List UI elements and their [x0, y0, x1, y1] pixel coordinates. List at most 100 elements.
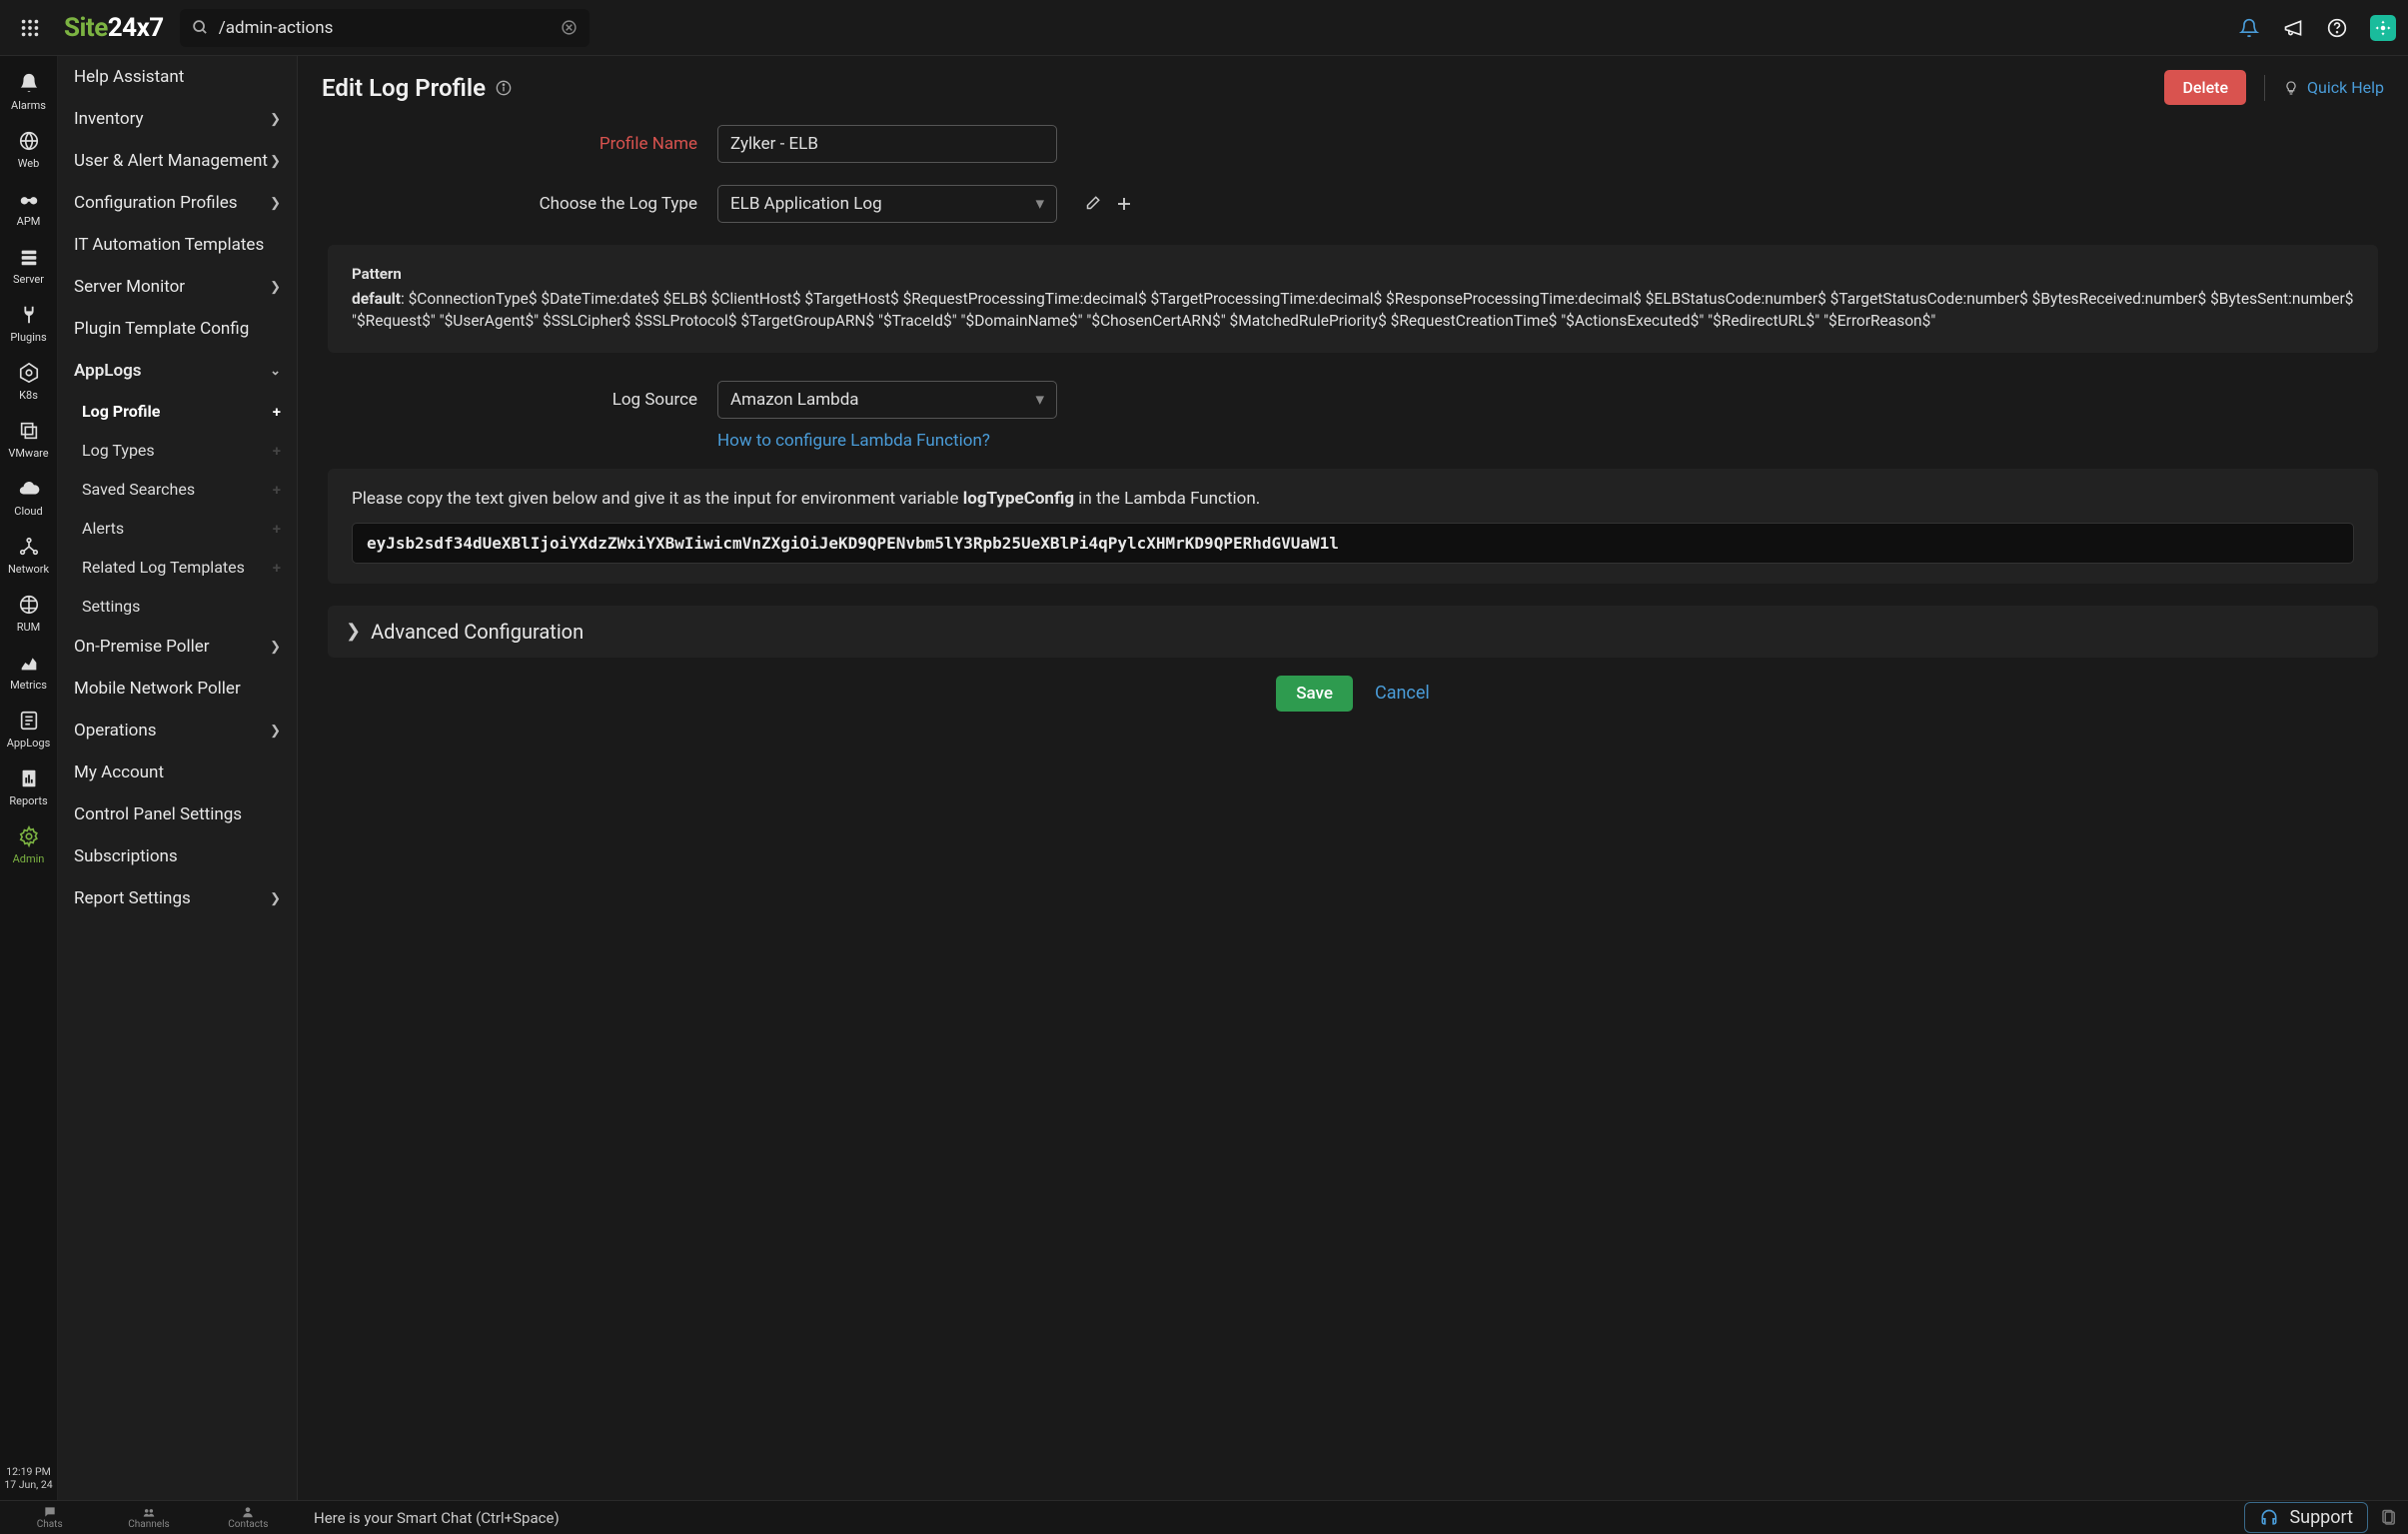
- profile-name-label: Profile Name: [328, 134, 697, 154]
- rail-k8s[interactable]: K8s: [0, 352, 57, 410]
- sidebar-subscriptions[interactable]: Subscriptions: [58, 835, 297, 877]
- sidebar-control-panel[interactable]: Control Panel Settings: [58, 793, 297, 835]
- add-log-type-icon[interactable]: [1115, 195, 1133, 213]
- help-icon[interactable]: [2326, 17, 2348, 39]
- sidebar-help-assistant[interactable]: Help Assistant: [58, 56, 297, 98]
- rail-applogs[interactable]: AppLogs: [0, 700, 57, 758]
- search-input[interactable]: [219, 18, 561, 38]
- sidebar-sub-related-templates[interactable]: Related Log Templates+: [58, 548, 297, 587]
- advanced-config-toggle[interactable]: ❯ Advanced Configuration: [328, 606, 2378, 658]
- server-icon: [18, 244, 40, 270]
- rail-rum[interactable]: RUM: [0, 584, 57, 642]
- cancel-link[interactable]: Cancel: [1375, 683, 1430, 704]
- rail-vmware[interactable]: VMware: [0, 410, 57, 468]
- delete-button[interactable]: Delete: [2164, 70, 2246, 105]
- pattern-box: Pattern default: $ConnectionType$ $DateT…: [328, 245, 2378, 353]
- chevron-right-icon: ❯: [346, 621, 361, 642]
- sidebar-plugin-template[interactable]: Plugin Template Config: [58, 308, 297, 350]
- smart-chat-hint[interactable]: Here is your Smart Chat (Ctrl+Space): [298, 1509, 2244, 1527]
- rail-network[interactable]: Network: [0, 526, 57, 584]
- chat-icon: [43, 1505, 57, 1519]
- info-icon[interactable]: [496, 80, 512, 96]
- bb-tab-channels[interactable]: Channels: [99, 1503, 198, 1532]
- contacts-icon: [241, 1505, 255, 1519]
- sidebar-report-settings[interactable]: Report Settings❯: [58, 877, 297, 919]
- sidebar-config-profiles[interactable]: Configuration Profiles❯: [58, 182, 297, 224]
- sidebar: Help Assistant Inventory❯ User & Alert M…: [58, 56, 298, 1500]
- quick-help-link[interactable]: Quick Help: [2283, 78, 2384, 97]
- main-content: Edit Log Profile Delete Quick Help: [298, 56, 2408, 1500]
- topbar: Site24x7: [0, 0, 2408, 56]
- sidebar-applogs[interactable]: AppLogs⌄: [58, 350, 297, 392]
- chevron-right-icon: ❯: [270, 724, 281, 739]
- rail-cloud[interactable]: Cloud: [0, 468, 57, 526]
- chevron-right-icon: ❯: [270, 196, 281, 211]
- reports-icon: [18, 766, 40, 791]
- rail-server[interactable]: Server: [0, 236, 57, 294]
- log-type-label: Choose the Log Type: [328, 194, 697, 214]
- log-type-select[interactable]: ELB Application Log ▾: [717, 185, 1057, 223]
- sidebar-onpremise-poller[interactable]: On-Premise Poller❯: [58, 626, 297, 668]
- rail-plugins[interactable]: Plugins: [0, 294, 57, 352]
- token-box[interactable]: eyJsb2sdf34dUeXBlIjoiYXdzZWxiYXBwIiwicmV…: [352, 523, 2354, 564]
- sidebar-sub-log-profile[interactable]: Log Profile+: [58, 392, 297, 431]
- sidebar-sub-saved-searches[interactable]: Saved Searches+: [58, 470, 297, 509]
- left-rail: Alarms Web APM Server Plugins K8s: [0, 56, 58, 1500]
- lambda-help-link[interactable]: How to configure Lambda Function?: [717, 431, 2378, 451]
- sidebar-my-account[interactable]: My Account: [58, 752, 297, 793]
- chevron-right-icon: ❯: [270, 280, 281, 295]
- sidebar-server-monitor[interactable]: Server Monitor❯: [58, 266, 297, 308]
- bell-icon[interactable]: [2238, 17, 2260, 39]
- support-button[interactable]: Support: [2244, 1502, 2368, 1533]
- sidebar-inventory[interactable]: Inventory❯: [58, 98, 297, 140]
- sidebar-user-alert[interactable]: User & Alert Management❯: [58, 140, 297, 182]
- app-grid-icon[interactable]: [12, 10, 48, 46]
- rail-admin[interactable]: Admin: [0, 815, 57, 873]
- sidebar-sub-settings[interactable]: Settings: [58, 587, 297, 626]
- chevron-right-icon: ❯: [270, 640, 281, 655]
- chevron-right-icon: ❯: [270, 112, 281, 127]
- announce-icon[interactable]: [2282, 17, 2304, 39]
- bb-tab-chats[interactable]: Chats: [0, 1503, 99, 1532]
- rail-reports[interactable]: Reports: [0, 758, 57, 815]
- chevron-right-icon: ❯: [270, 154, 281, 169]
- topbar-actions: [2238, 15, 2396, 41]
- plug-icon: [18, 302, 40, 328]
- sidebar-it-automation[interactable]: IT Automation Templates: [58, 224, 297, 266]
- rail-apm[interactable]: APM: [0, 178, 57, 236]
- channels-icon: [142, 1505, 156, 1519]
- bb-tab-contacts[interactable]: Contacts: [199, 1503, 298, 1532]
- profile-name-input[interactable]: [717, 125, 1057, 163]
- plus-icon[interactable]: +: [273, 559, 281, 577]
- sidebar-sub-log-types[interactable]: Log Types+: [58, 431, 297, 470]
- rail-alarms[interactable]: Alarms: [0, 62, 57, 120]
- sidebar-sub-alerts[interactable]: Alerts+: [58, 509, 297, 548]
- page-header: Edit Log Profile Delete Quick Help: [298, 56, 2408, 115]
- sidebar-mobile-poller[interactable]: Mobile Network Poller: [58, 668, 297, 710]
- copy-instruction-box: Please copy the text given below and giv…: [328, 469, 2378, 584]
- brand-logo[interactable]: Site24x7: [64, 13, 164, 43]
- chevron-down-icon: ⌄: [270, 364, 281, 379]
- globe-icon: [18, 128, 40, 154]
- plus-icon[interactable]: +: [273, 520, 281, 538]
- alarm-icon: [18, 70, 40, 96]
- plus-icon[interactable]: +: [273, 442, 281, 460]
- bulb-icon: [2283, 80, 2299, 96]
- plus-icon[interactable]: +: [273, 403, 281, 421]
- rail-metrics[interactable]: Metrics: [0, 642, 57, 700]
- clipboard-icon[interactable]: [2380, 1509, 2398, 1527]
- pattern-title: Pattern: [352, 265, 2354, 283]
- log-source-select[interactable]: Amazon Lambda ▾: [717, 381, 1057, 419]
- sidebar-operations[interactable]: Operations❯: [58, 710, 297, 752]
- clear-search-icon[interactable]: [561, 19, 578, 36]
- cloud-icon: [18, 476, 40, 502]
- save-button[interactable]: Save: [1276, 676, 1353, 712]
- rail-web[interactable]: Web: [0, 120, 57, 178]
- edit-log-type-icon[interactable]: [1083, 195, 1101, 213]
- plus-icon[interactable]: +: [273, 481, 281, 499]
- network-icon: [18, 534, 40, 560]
- binoculars-icon: [18, 186, 40, 212]
- user-avatar[interactable]: [2370, 15, 2396, 41]
- search-box[interactable]: [180, 9, 590, 47]
- caret-down-icon: ▾: [1035, 194, 1044, 214]
